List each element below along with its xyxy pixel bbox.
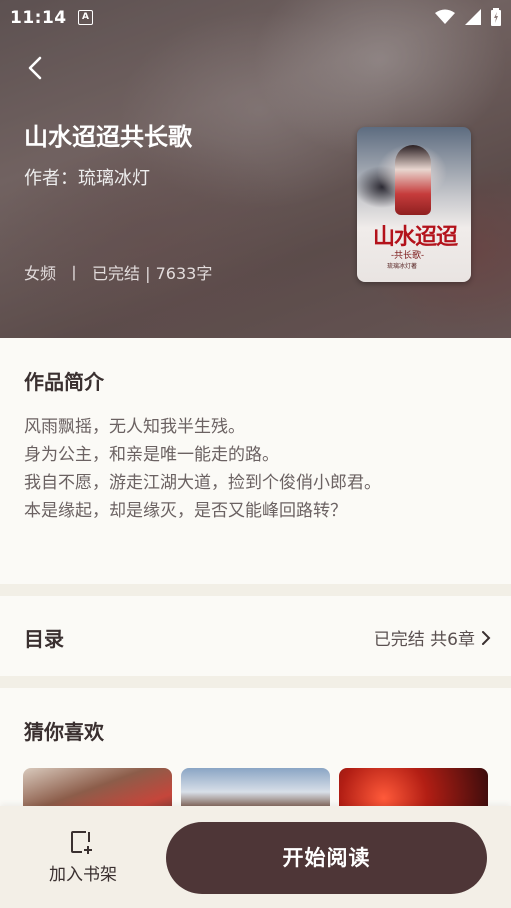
section-divider <box>0 676 511 688</box>
author-name: 琉璃冰灯 <box>78 168 150 189</box>
back-button[interactable] <box>20 52 52 84</box>
book-cover[interactable]: 山水迢迢 -共长歌- 琉璃冰灯著 <box>357 127 471 282</box>
book-meta: 女频丨已完结 | 7633字 <box>24 260 212 284</box>
toc-row[interactable]: 目录 已完结 共6章 <box>0 596 511 676</box>
toc-title: 目录 <box>24 627 64 651</box>
status-indicators <box>435 8 501 26</box>
intro-title: 作品简介 <box>24 370 104 394</box>
add-to-shelf-label: 加入书架 <box>49 865 117 885</box>
chevron-right-icon <box>482 630 491 645</box>
intro-line: 我自不愿，游走江湖大道，捡到个俊俏小郎君。 <box>24 473 381 493</box>
add-to-shelf-button[interactable]: 加入书架 <box>36 824 130 888</box>
chevron-left-icon <box>28 56 42 80</box>
intro-line: 身为公主，和亲是唯一能走的路。 <box>24 445 279 465</box>
start-reading-button[interactable]: 开始阅读 <box>166 822 487 894</box>
cover-illustration <box>395 145 431 215</box>
notification-icon: A <box>78 10 93 25</box>
section-divider <box>0 584 511 596</box>
author-label: 作者： <box>24 168 78 189</box>
intro-text: 风雨飘摇，无人知我半生残。 身为公主，和亲是唯一能走的路。 我自不愿，游走江湖大… <box>24 413 494 525</box>
intro-line: 风雨飘摇，无人知我半生残。 <box>24 417 245 437</box>
meta-separator: 丨 <box>66 264 83 283</box>
bookshelf-add-icon <box>71 831 92 854</box>
cover-subtitle: -共长歌- <box>391 251 425 261</box>
toc-status-text: 已完结 共6章 <box>373 630 475 650</box>
book-category: 女频 <box>24 264 57 283</box>
toc-status: 已完结 共6章 <box>374 625 491 650</box>
intro-line: 本是缘起，却是缘灭，是否又能峰回路转？ <box>24 501 347 521</box>
cover-author: 琉璃冰灯著 <box>387 263 418 270</box>
status-time: 11:14 <box>10 8 67 28</box>
cover-title: 山水迢迢 <box>372 224 458 250</box>
status-bar: 11:14 A <box>0 0 511 36</box>
signal-icon <box>465 9 481 25</box>
book-status: 已完结 | 7633字 <box>92 264 213 283</box>
book-title: 山水迢迢共长歌 <box>24 123 192 151</box>
book-author[interactable]: 作者：琉璃冰灯 <box>24 164 150 190</box>
wifi-icon <box>435 9 455 24</box>
recommend-title: 猜你喜欢 <box>24 720 104 744</box>
battery-icon <box>491 8 501 26</box>
